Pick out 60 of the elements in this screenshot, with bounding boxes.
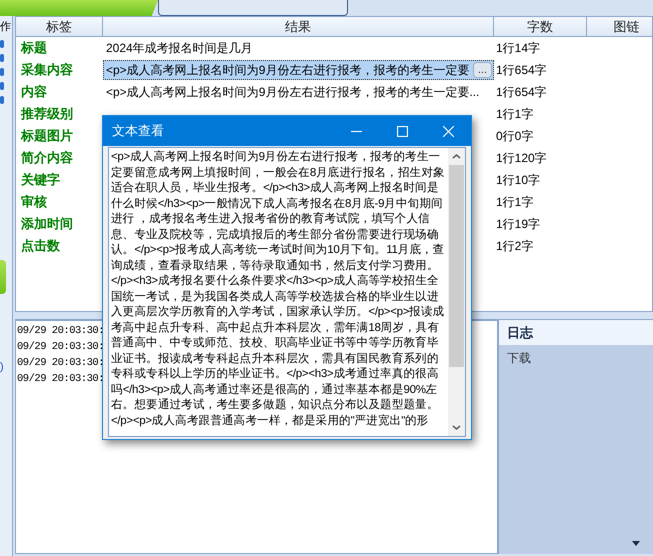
- table-cell-text: 1行2字: [495, 238, 534, 255]
- log-line: 09/29 20:03:30:: [17, 372, 104, 387]
- log-line: 09/29 20:03:30:: [17, 356, 104, 371]
- table-cell-text: 0行0字: [495, 128, 534, 145]
- close-icon[interactable]: [442, 126, 454, 136]
- table-cell[interactable]: <p>成人高考网上报名时间为9月份左右进行报考，报考的考生一定要 ...: [103, 60, 494, 80]
- table-cell-text: 标题图片: [20, 127, 74, 146]
- table-cell-text: 1行10字: [495, 172, 542, 189]
- column-header[interactable]: 图链: [587, 17, 652, 36]
- text-line: 什么时候</h3><p>一般情况下成人高考报名在8月底-9月中旬期间: [111, 196, 444, 212]
- text-line: 询成绩，查看录取结果，等待录取通知书，然后支付学习费用。: [111, 258, 440, 274]
- table-cell-text: 推荐级别: [20, 105, 74, 124]
- table-cell[interactable]: 2024年成考报名时间是几月: [103, 38, 494, 58]
- text-line: 国统一考试，是为我国各类成人高等学校选拔合格的毕业生以进: [111, 290, 440, 304]
- dropdown-icon[interactable]: [632, 541, 640, 546]
- text-line: 认。</p><p>报考成人高考统一考试时间为10月下旬。11月底，查: [111, 243, 446, 258]
- column-header[interactable]: 结果: [103, 17, 494, 36]
- table-cell-text: 1行19字: [495, 216, 542, 233]
- table-cell-text: 审核: [20, 193, 48, 212]
- text-line: 吗</h3><p>成人高考通过率还是很高的，通过率基本都是90%左: [111, 382, 438, 398]
- window-title: 文本查看: [111, 122, 165, 140]
- table-cell-text: 内容: [20, 83, 48, 102]
- sidebar-label: 作: [0, 20, 11, 34]
- table-cell-text: 1行1字: [495, 106, 534, 123]
- text-line: 右。想要通过考试，考生要多做题，知识点分布以及题型题量。: [111, 398, 440, 413]
- text-line: 业证书。报读成考专科起点升本科层次，需具有国民教育系列的: [111, 352, 440, 366]
- text-line: 入更高层次学历教育的入学考试，国家承认学历。</p><p>报读成: [111, 305, 446, 320]
- text-line: 息、专业及院校等，完成填报后的考生部分省份需要进行现场确: [111, 228, 440, 242]
- table-cell-text: 1行654字: [495, 62, 548, 79]
- scrollbar[interactable]: [448, 148, 465, 436]
- table-cell-text: 1行654字: [495, 84, 548, 101]
- text-line: 考高中起点升专科、高中起点升本科层次，需年满18周岁，具有: [111, 320, 440, 336]
- table-cell[interactable]: <p>成人高考网上报名时间为9月份左右进行报考，报考的考生一定要...: [103, 82, 494, 102]
- table-cell-text: 点击数: [20, 237, 61, 256]
- text-line: 专科或专科以上学历的毕业证书。</p><h3>成考通过率真的很高: [111, 367, 440, 382]
- table-cell-text: 采集内容: [20, 61, 74, 80]
- table-cell-text: 1行14字: [495, 40, 542, 57]
- text-line: </p><p>成人高考跟普通高考一样，都是采用的"严进宽出"的形: [111, 414, 430, 428]
- log-line: 09/29 20:03:30:: [17, 324, 104, 339]
- text-line: 适合在职人员，毕业生报考。</p><h3>成人高考网上报名时间是: [111, 181, 440, 196]
- table-cell-text: 标题: [20, 39, 48, 58]
- text-line: 普通高中、中专或师范、技校、职高毕业证书等中等学历教育毕: [111, 336, 440, 351]
- table-cell-text: 1行120字: [495, 150, 548, 167]
- sidebar-label: ): [0, 360, 4, 374]
- ellipsis-button[interactable]: ...: [472, 62, 492, 78]
- panel-text: 下载: [506, 350, 532, 367]
- text-line: </p><h3>成考报名要什么条件要求</h3><p>成人高等学校招生全: [111, 274, 440, 289]
- column-header[interactable]: 字数: [494, 17, 587, 36]
- maximize-icon[interactable]: [396, 126, 408, 136]
- table-cell-text: 关键字: [20, 171, 61, 190]
- column-header[interactable]: 标签: [16, 17, 103, 36]
- panel-tab[interactable]: 日志: [499, 320, 653, 345]
- table-cell-text: 添加时间: [20, 215, 74, 234]
- table-cell-text: 简介内容: [20, 149, 74, 168]
- text-line: <p>成人高考网上报名时间为9月份左右进行报考，报考的考生一: [111, 150, 442, 165]
- tab[interactable]: [158, 0, 348, 16]
- text-line: 定要留意成考网上填报时间，一般会在8月底进行报名，招生对象: [111, 166, 446, 180]
- table-cell-text: 1行1字: [495, 194, 534, 211]
- text-line: 进行 ，成考报名考生进入报考省份的教育考试院，填写个人信: [111, 212, 431, 227]
- log-line: 09/29 20:03:30:: [17, 340, 104, 355]
